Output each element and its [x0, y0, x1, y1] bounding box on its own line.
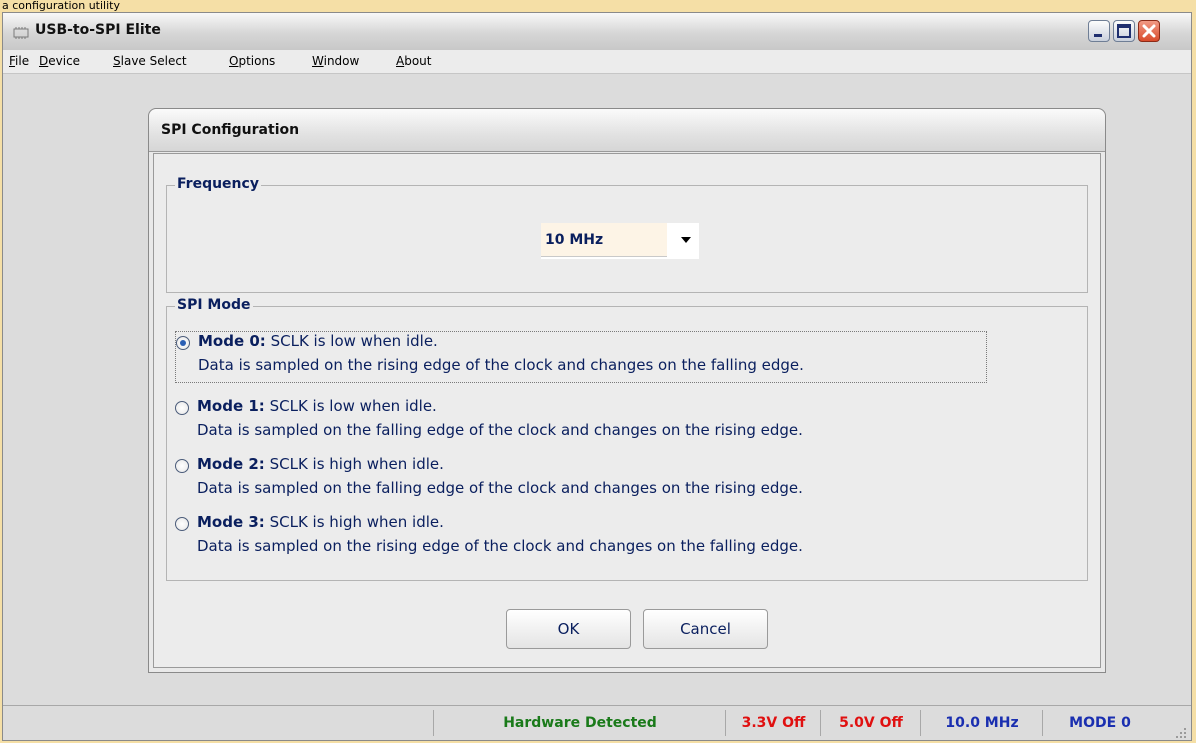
mode-2-name: Mode 2: [197, 455, 265, 473]
mode-0-radio[interactable] [176, 336, 190, 350]
mode-3-option[interactable]: Mode 3: SCLK is high when idle. Data is … [175, 513, 975, 565]
dialog-header[interactable]: SPI Configuration [149, 109, 1105, 152]
frequency-group: Frequency 10 MHz [166, 176, 1088, 293]
mode-1-option[interactable]: Mode 1: SCLK is low when idle. Data is s… [175, 397, 975, 449]
dialog-body: Frequency 10 MHz SPI Mode Mode 0: SCLK i… [153, 153, 1101, 668]
app-icon [13, 25, 29, 39]
status-mode: MODE 0 [1042, 710, 1157, 736]
image-caption: a configuration utility [2, 0, 120, 12]
dialog-title: SPI Configuration [161, 122, 300, 138]
status-frequency: 10.0 MHz [920, 710, 1043, 736]
mode-1-idle: SCLK is low when idle. [269, 397, 437, 415]
app-window: USB-to-SPI Elite File Device Slave Selec… [2, 12, 1192, 741]
mode-1-radio[interactable] [175, 401, 189, 415]
mode-0-option[interactable]: Mode 0: SCLK is low when idle. Data is s… [175, 331, 987, 383]
menu-file[interactable]: File [9, 54, 29, 68]
ok-button[interactable]: OK [506, 609, 631, 649]
close-button[interactable] [1138, 20, 1160, 42]
menu-slave-select[interactable]: Slave Select [113, 54, 187, 68]
title-bar[interactable]: USB-to-SPI Elite [3, 13, 1191, 51]
mode-1-detail: Data is sampled on the falling edge of t… [197, 421, 803, 439]
spi-mode-legend: SPI Mode [175, 297, 253, 313]
status-bar: Hardware Detected 3.3V Off 5.0V Off 10.0… [3, 705, 1191, 740]
menu-options[interactable]: Options [229, 54, 275, 68]
status-hardware: Hardware Detected [433, 710, 726, 736]
mode-2-idle: SCLK is high when idle. [269, 455, 444, 473]
mode-3-idle: SCLK is high when idle. [269, 513, 444, 531]
mode-2-option[interactable]: Mode 2: SCLK is high when idle. Data is … [175, 455, 975, 507]
mode-3-radio[interactable] [175, 517, 189, 531]
menu-window[interactable]: Window [312, 54, 359, 68]
menu-about[interactable]: About [396, 54, 432, 68]
status-3v3: 3.3V Off [725, 710, 821, 736]
maximize-button[interactable] [1113, 20, 1135, 42]
mode-2-detail: Data is sampled on the falling edge of t… [197, 479, 803, 497]
frequency-select[interactable]: 10 MHz [541, 223, 699, 259]
status-5v0: 5.0V Off [820, 710, 921, 736]
mode-0-idle: SCLK is low when idle. [270, 332, 438, 350]
mode-0-detail: Data is sampled on the rising edge of th… [198, 356, 804, 374]
mode-0-name: Mode 0: [198, 332, 266, 350]
mode-1-name: Mode 1: [197, 397, 265, 415]
menu-bar: File Device Slave Select Options Window … [3, 50, 1191, 74]
mode-3-detail: Data is sampled on the rising edge of th… [197, 537, 803, 555]
frequency-legend: Frequency [175, 176, 261, 192]
dropdown-arrow-icon[interactable] [681, 237, 691, 243]
radio-selected-dot-icon [180, 340, 186, 346]
menu-device[interactable]: Device [39, 54, 80, 68]
cancel-button[interactable]: Cancel [643, 609, 768, 649]
resize-grip-icon[interactable] [1175, 724, 1187, 738]
spi-mode-group: SPI Mode Mode 0: SCLK is low when idle. … [166, 297, 1088, 581]
window-title: USB-to-SPI Elite [35, 22, 161, 38]
mode-2-radio[interactable] [175, 459, 189, 473]
frequency-value: 10 MHz [541, 223, 667, 257]
spi-configuration-dialog: SPI Configuration Frequency 10 MHz SPI M… [148, 108, 1106, 673]
mode-3-name: Mode 3: [197, 513, 265, 531]
minimize-button[interactable] [1088, 20, 1110, 42]
